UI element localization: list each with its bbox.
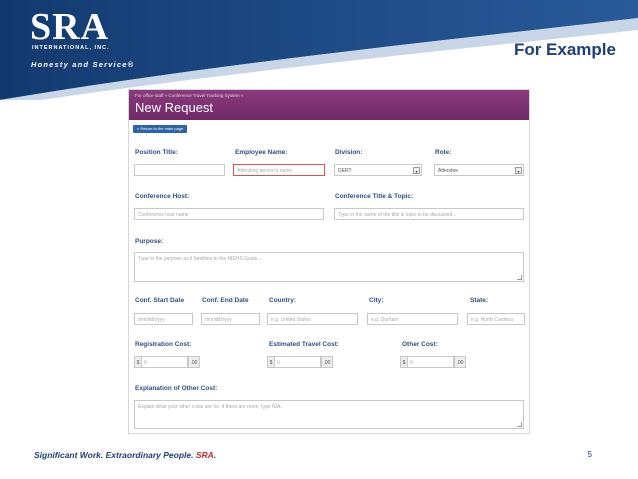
- slide-title: For Example: [513, 40, 616, 59]
- other-cost-amount[interactable]: 0: [408, 356, 454, 368]
- footer-brand: SRA: [195, 450, 214, 460]
- conference-host-label: Conference Host:: [135, 193, 190, 200]
- footer-text: Significant Work. Extraordinary People.: [34, 450, 194, 460]
- other-cost-input[interactable]: $ 0 .00: [400, 356, 466, 368]
- employee-name-label: Employee Name:: [235, 149, 288, 156]
- division-value: DERT: [338, 168, 352, 174]
- explanation-placeholder: Explain what your other costs are for. I…: [138, 404, 282, 410]
- explanation-other-cost-textarea[interactable]: Explain what your other costs are for. I…: [134, 400, 524, 429]
- role-select[interactable]: Attendee ▾: [434, 164, 524, 176]
- sra-logo: SRA INTERNATIONAL, INC.: [30, 8, 110, 51]
- purpose-placeholder: Type in the purpose as it fatalities to …: [138, 256, 262, 262]
- position-title-label: Position Title:: [135, 149, 178, 156]
- cents-suffix: .00: [321, 356, 333, 368]
- currency-prefix: $: [134, 356, 142, 368]
- conf-end-date-label: Conf. End Date: [202, 297, 249, 304]
- form-header: For office staff » Conference Travel Tra…: [129, 90, 529, 120]
- conf-end-date-input[interactable]: mm/dd/yyyy: [201, 313, 260, 325]
- footer-period: .: [213, 450, 217, 460]
- resize-grip-icon[interactable]: [517, 422, 522, 427]
- city-input[interactable]: e.g. Durham: [367, 313, 458, 325]
- state-label: State:: [470, 297, 489, 304]
- slide: SRA INTERNATIONAL, INC. Honesty and Serv…: [0, 0, 638, 479]
- logo-subtext: INTERNATIONAL, INC.: [32, 45, 110, 51]
- division-select[interactable]: DERT ▾: [334, 164, 422, 176]
- conf-start-date-label: Conf. Start Date: [135, 297, 185, 304]
- state-input[interactable]: e.g. North Carolina: [467, 313, 525, 325]
- registration-cost-input[interactable]: $ 0 .00: [134, 356, 200, 368]
- registration-cost-label: Registration Cost:: [135, 341, 192, 348]
- purpose-textarea[interactable]: Type in the purpose as it fatalities to …: [134, 252, 524, 282]
- role-label: Role:: [435, 149, 452, 156]
- city-label: City:: [369, 297, 384, 304]
- dropdown-arrow-icon[interactable]: ▾: [515, 167, 522, 174]
- role-value: Attendee: [438, 168, 459, 174]
- explanation-other-cost-label: Explanation of Other Cost:: [135, 385, 218, 392]
- currency-prefix: $: [267, 356, 275, 368]
- other-cost-label: Other Cost:: [402, 341, 438, 348]
- conference-title-topic-input[interactable]: Type in the name of the title & topic to…: [334, 208, 524, 220]
- estimated-travel-cost-amount[interactable]: 0: [275, 356, 321, 368]
- currency-prefix: $: [400, 356, 408, 368]
- breadcrumb[interactable]: For office staff » Conference Travel Tra…: [135, 93, 243, 98]
- footer-tagline: Significant Work. Extraordinary People. …: [34, 450, 216, 460]
- country-label: Country:: [269, 297, 297, 304]
- dropdown-arrow-icon[interactable]: ▾: [413, 167, 420, 174]
- position-title-input[interactable]: [134, 164, 225, 176]
- registration-cost-amount[interactable]: 0: [142, 356, 188, 368]
- conf-start-date-input[interactable]: mm/dd/yyyy: [134, 313, 193, 325]
- country-input[interactable]: e.g. United States: [267, 313, 358, 325]
- estimated-travel-cost-input[interactable]: $ 0 .00: [267, 356, 333, 368]
- conference-host-input[interactable]: Conference host name: [134, 208, 324, 220]
- logo-text: SRA: [30, 6, 110, 48]
- cents-suffix: .00: [188, 356, 200, 368]
- tagline: Honesty and Service®: [31, 60, 135, 69]
- employee-name-input[interactable]: Attending person's name: [233, 164, 325, 176]
- form-title: New Request: [135, 100, 214, 115]
- return-main-page-button[interactable]: « Return to the main page: [133, 125, 188, 133]
- estimated-travel-cost-label: Estimated Travel Cost:: [269, 341, 340, 348]
- resize-grip-icon[interactable]: [517, 275, 522, 280]
- purpose-label: Purpose:: [135, 238, 164, 245]
- new-request-form: For office staff » Conference Travel Tra…: [128, 89, 530, 434]
- division-label: Division:: [335, 149, 363, 156]
- cents-suffix: .00: [454, 356, 466, 368]
- page-number: 5: [587, 450, 592, 459]
- conference-title-topic-label: Conference Title & Topic:: [335, 193, 414, 200]
